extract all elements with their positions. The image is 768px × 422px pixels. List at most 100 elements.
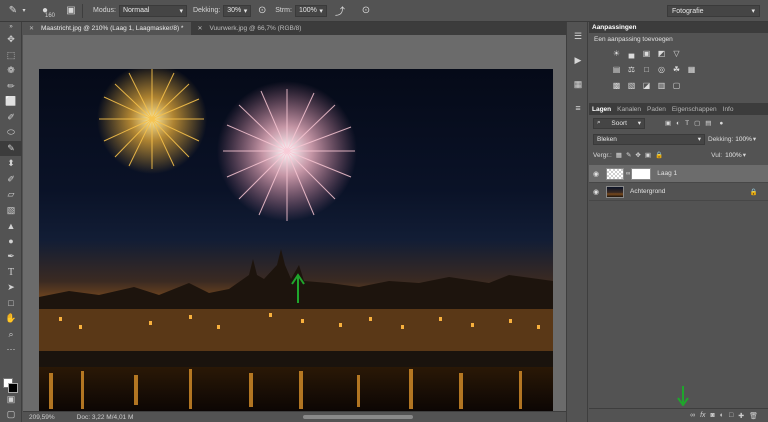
filter-smart-icon[interactable]: ▤ bbox=[705, 119, 711, 127]
exposure-icon[interactable]: ◩ bbox=[656, 48, 667, 59]
lock-move-icon[interactable]: ✥ bbox=[635, 151, 640, 159]
tab-info[interactable]: Info bbox=[720, 106, 737, 113]
layer-row[interactable]: ◉ ∞ Laag 1 bbox=[589, 165, 768, 183]
workspace-select[interactable]: Fotografie ▾ bbox=[667, 5, 760, 17]
gradient-tool-icon[interactable]: ▧ bbox=[0, 203, 22, 219]
curves-icon[interactable]: ▣ bbox=[641, 48, 652, 59]
layer-mask-thumbnail[interactable] bbox=[631, 167, 652, 180]
rectangle-tool-icon[interactable]: □ bbox=[0, 296, 22, 312]
flow-field[interactable]: 100% ▾ bbox=[294, 4, 327, 17]
filter-toggle-icon[interactable]: ● bbox=[719, 120, 723, 127]
add-mask-icon[interactable]: ◙ bbox=[711, 412, 715, 419]
close-icon[interactable]: ✕ bbox=[197, 25, 202, 32]
pressure-size-icon[interactable]: ⊙ bbox=[359, 4, 373, 18]
delete-layer-icon[interactable]: 🗑 bbox=[749, 412, 758, 420]
photo-filter-icon[interactable]: ◎ bbox=[656, 64, 667, 75]
more-tools-icon[interactable]: ⋯ bbox=[0, 342, 22, 358]
brightness-icon[interactable]: ☀ bbox=[611, 48, 622, 59]
path-select-tool-icon[interactable]: ➤ bbox=[0, 280, 22, 296]
mode-select[interactable]: Normaal ▾ bbox=[118, 4, 187, 17]
zoom-tool-icon[interactable]: ⌕ bbox=[0, 327, 22, 343]
link-icon[interactable]: ∞ bbox=[626, 171, 630, 177]
canvas-area[interactable] bbox=[23, 35, 566, 411]
dodge-tool-icon[interactable]: ● bbox=[0, 234, 22, 250]
visibility-eye-icon[interactable]: ◉ bbox=[589, 188, 603, 196]
lock-artboard-icon[interactable]: ▣ bbox=[645, 151, 651, 159]
pressure-opacity-icon[interactable]: ⊙ bbox=[255, 4, 269, 18]
document-image[interactable] bbox=[39, 69, 553, 411]
dropdown-caret-icon[interactable]: ▾ bbox=[20, 4, 28, 18]
link-layers-icon[interactable]: ∞ bbox=[690, 412, 695, 419]
filter-type-icon[interactable]: T bbox=[685, 120, 689, 127]
new-adjustment-icon[interactable]: ◐ bbox=[720, 412, 724, 419]
quick-select-tool-icon[interactable]: ✏ bbox=[0, 79, 22, 95]
pen-tool-icon[interactable]: ✒ bbox=[0, 249, 22, 265]
hue-saturation-icon[interactable]: ▤ bbox=[611, 64, 622, 75]
move-tool-icon[interactable]: ✥ bbox=[0, 32, 22, 48]
brush-tool-icon[interactable]: ✎ bbox=[6, 4, 20, 18]
chevron-down-icon[interactable]: ▾ bbox=[743, 151, 746, 159]
tab-adjustments[interactable]: Aanpassingen bbox=[589, 24, 639, 31]
layer-row[interactable]: ◉ Achtergrond 🔒 bbox=[589, 183, 768, 201]
airbrush-icon[interactable]: ⤴ bbox=[333, 4, 347, 18]
screen-mode-icon[interactable]: ▢ bbox=[0, 407, 22, 422]
channel-mixer-icon[interactable]: ☘ bbox=[671, 64, 682, 75]
healing-tool-icon[interactable]: ⬭ bbox=[0, 125, 22, 141]
posterize-icon[interactable]: ▧ bbox=[626, 80, 637, 91]
eraser-tool-icon[interactable]: ▱ bbox=[0, 187, 22, 203]
grid-icon[interactable]: ▦ bbox=[567, 74, 589, 94]
lock-all-icon[interactable]: 🔒 bbox=[655, 151, 663, 159]
tab-properties[interactable]: Eigenschappen bbox=[669, 106, 720, 113]
filter-adjust-icon[interactable]: ◐ bbox=[676, 120, 680, 127]
brush-panel-icon[interactable]: ▣ bbox=[64, 4, 78, 18]
adjust-icon[interactable]: ≡ bbox=[567, 98, 589, 118]
hand-tool-icon[interactable]: ✋ bbox=[0, 311, 22, 327]
play-actions-icon[interactable]: ▶ bbox=[567, 50, 589, 70]
marquee-tool-icon[interactable]: ⬚ bbox=[0, 48, 22, 64]
close-icon[interactable]: ✕ bbox=[29, 25, 34, 32]
zoom-level[interactable]: 209,59% bbox=[29, 414, 55, 421]
tab-vuurwerk[interactable]: ✕ Vuurwerk.jpg @ 66,7% (RGB/8) bbox=[191, 22, 309, 35]
gradient-map-icon[interactable]: ▥ bbox=[656, 80, 667, 91]
brush-tool-icon[interactable]: ✎ bbox=[0, 140, 22, 156]
stamp-tool-icon[interactable]: ⬍ bbox=[0, 156, 22, 172]
visibility-eye-icon[interactable]: ◉ bbox=[589, 170, 603, 178]
lock-pixels-icon[interactable]: ▦ bbox=[616, 151, 622, 159]
color-balance-icon[interactable]: ⚖ bbox=[626, 64, 637, 75]
tab-maastricht[interactable]: ✕ Maastricht.jpg @ 210% (Laag 1, Laagmas… bbox=[23, 22, 192, 35]
tab-layers[interactable]: Lagen bbox=[589, 106, 614, 113]
history-brush-tool-icon[interactable]: ✐ bbox=[0, 172, 22, 188]
horizontal-scrollbar[interactable] bbox=[303, 415, 413, 419]
chevron-down-icon[interactable]: ▾ bbox=[753, 135, 756, 143]
layer-name[interactable]: Achtergrond bbox=[630, 188, 665, 195]
lock-paint-icon[interactable]: ✎ bbox=[626, 151, 631, 159]
color-lookup-icon[interactable]: ▦ bbox=[686, 64, 697, 75]
filter-pixel-icon[interactable]: ▣ bbox=[665, 119, 671, 127]
filter-shape-icon[interactable]: ▢ bbox=[694, 119, 700, 127]
new-layer-icon[interactable]: ✚ bbox=[738, 412, 744, 420]
layer-opacity-value[interactable]: 100% bbox=[735, 136, 752, 143]
blend-mode-select[interactable]: Bleken ▾ bbox=[593, 133, 705, 145]
lasso-tool-icon[interactable]: ❁ bbox=[0, 63, 22, 79]
type-tool-icon[interactable]: T bbox=[0, 265, 22, 281]
fx-icon[interactable]: fx bbox=[700, 412, 705, 419]
levels-icon[interactable]: ▄ bbox=[626, 48, 637, 59]
opacity-field[interactable]: 30% ▾ bbox=[223, 4, 252, 17]
brush-settings-icon[interactable]: ☰ bbox=[567, 26, 589, 46]
invert-icon[interactable]: ▩ bbox=[611, 80, 622, 91]
tab-channels[interactable]: Kanalen bbox=[614, 106, 644, 113]
crop-tool-icon[interactable]: ⬜ bbox=[0, 94, 22, 110]
layer-name[interactable]: Laag 1 bbox=[657, 170, 677, 177]
selective-color-icon[interactable]: ▢ bbox=[671, 80, 682, 91]
layer-filter-select[interactable]: ⌕ Soort ▾ bbox=[593, 117, 645, 129]
vibrance-icon[interactable]: ▽ bbox=[671, 48, 682, 59]
collapse-icon[interactable]: » bbox=[0, 22, 22, 32]
tab-paths[interactable]: Paden bbox=[644, 106, 669, 113]
eyedropper-tool-icon[interactable]: ✐ bbox=[0, 110, 22, 126]
black-white-icon[interactable]: □ bbox=[641, 64, 652, 75]
new-group-icon[interactable]: □ bbox=[729, 412, 733, 419]
blur-tool-icon[interactable]: ▲ bbox=[0, 218, 22, 234]
fill-value[interactable]: 100% bbox=[725, 152, 742, 159]
threshold-icon[interactable]: ◪ bbox=[641, 80, 652, 91]
quick-mask-icon[interactable]: ▣ bbox=[0, 392, 22, 408]
